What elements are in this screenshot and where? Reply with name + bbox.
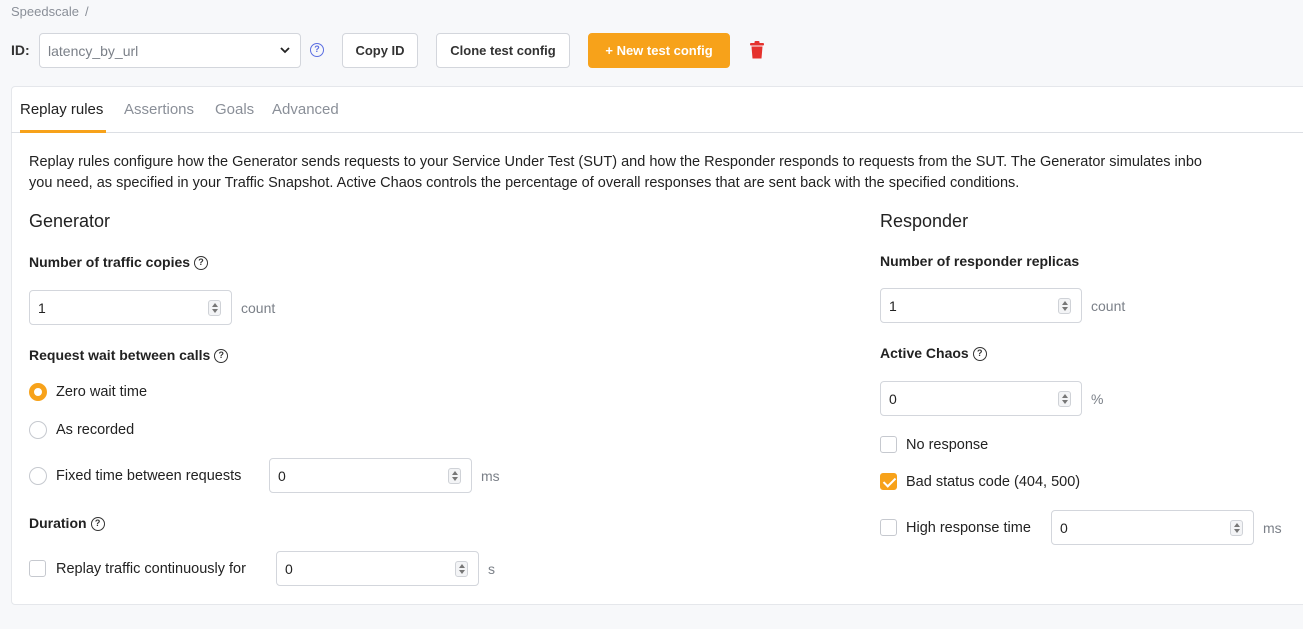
active-chaos-label: Active Chaos? [880,345,987,362]
fixed-time-value: 0 [278,468,286,484]
help-icon[interactable]: ? [310,43,324,57]
duration-label: Duration? [29,515,105,532]
trash-icon[interactable] [749,41,765,59]
test-config-select[interactable]: latency_by_url [39,33,301,68]
traffic-copies-value: 1 [38,300,46,316]
wait-label: Request wait between calls? [29,347,229,364]
help-icon[interactable]: ? [214,349,229,364]
active-chaos-input[interactable]: 0 [880,381,1082,416]
high-response-value: 0 [1060,520,1068,536]
replicas-input[interactable]: 1 [880,288,1082,323]
traffic-copies-input[interactable]: 1 [29,290,232,325]
spinner-icon[interactable] [208,300,221,316]
spinner-icon[interactable] [1230,520,1243,536]
id-label: ID: [11,42,30,58]
duration-input[interactable]: 0 [276,551,479,586]
help-icon[interactable]: ? [194,256,209,271]
zero-wait-radio[interactable] [29,383,47,401]
help-icon[interactable]: ? [972,347,987,362]
breadcrumb-root[interactable]: Speedscale [11,4,79,19]
clone-config-button[interactable]: Clone test config [436,33,570,68]
spinner-icon[interactable] [1058,298,1071,314]
description-line-2: you need, as specified in your Traffic S… [29,175,1020,191]
replay-continuously-label: Replay traffic continuously for [56,561,246,577]
traffic-copies-text: Number of traffic copies [29,254,191,270]
spinner-icon[interactable] [1058,391,1071,407]
breadcrumb: Speedscale / [11,4,89,19]
duration-text: Duration [29,515,87,531]
tab-replay-rules[interactable]: Replay rules [20,101,103,118]
responder-title: Responder [880,211,969,231]
wait-text: Request wait between calls [29,347,211,363]
replicas-unit: count [1091,298,1126,314]
traffic-copies-unit: count [241,300,276,316]
spinner-icon[interactable] [448,468,461,484]
description-line-1: Replay rules configure how the Generator… [29,154,1202,170]
active-chaos-unit: % [1091,391,1104,407]
copy-id-button[interactable]: Copy ID [342,33,418,68]
spinner-icon[interactable] [455,561,468,577]
new-config-button[interactable]: + New test config [588,33,730,68]
fixed-time-input[interactable]: 0 [269,458,472,493]
active-chaos-value: 0 [889,391,897,407]
as-recorded-radio[interactable] [29,421,47,439]
active-chaos-text: Active Chaos [880,345,969,361]
replicas-label: Number of responder replicas [880,253,1080,269]
traffic-copies-label: Number of traffic copies? [29,254,209,271]
bad-status-label: Bad status code (404, 500) [906,474,1081,490]
fixed-time-radio[interactable] [29,467,47,485]
zero-wait-label: Zero wait time [56,384,148,400]
tab-advanced[interactable]: Advanced [272,101,339,118]
no-response-checkbox[interactable] [880,436,897,453]
high-response-checkbox[interactable] [880,519,897,536]
generator-title: Generator [29,211,111,231]
tab-goals[interactable]: Goals [215,101,254,118]
high-response-label: High response time [906,520,1031,536]
bad-status-checkbox[interactable] [880,473,897,490]
tab-assertions[interactable]: Assertions [124,101,194,118]
fixed-time-label: Fixed time between requests [56,468,242,484]
help-icon[interactable]: ? [90,517,105,532]
replicas-value: 1 [889,298,897,314]
fixed-time-unit: ms [481,468,500,484]
no-response-label: No response [906,437,989,453]
high-response-unit: ms [1263,520,1282,536]
active-tab-indicator [20,130,106,133]
duration-unit: s [488,561,495,577]
as-recorded-label: As recorded [56,422,135,438]
high-response-input[interactable]: 0 [1051,510,1254,545]
duration-value: 0 [285,561,293,577]
test-config-value: latency_by_url [48,43,139,59]
chevron-down-icon [280,47,290,54]
breadcrumb-separator: / [84,4,89,19]
replay-continuously-checkbox[interactable] [29,560,46,577]
tab-divider [11,132,1303,133]
replay-rules-description: Replay rules configure how the Generator… [29,152,1303,194]
